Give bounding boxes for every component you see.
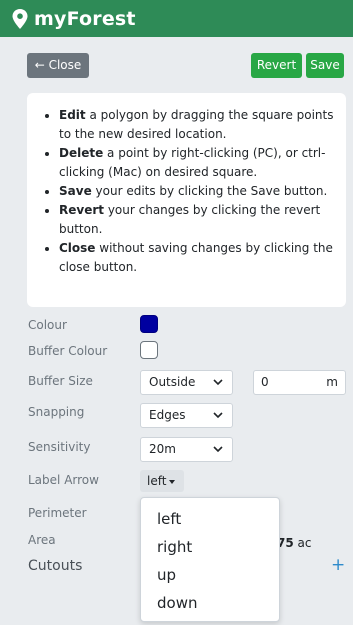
revert-button[interactable]: Revert	[251, 53, 302, 78]
cutouts-label: Cutouts	[28, 558, 83, 574]
help-list: Edit a polygon by dragging the square po…	[41, 106, 334, 277]
save-button[interactable]: Save	[306, 53, 344, 78]
buffer-size-input[interactable]: 0 m	[253, 370, 346, 395]
sensitivity-select[interactable]: 20m	[140, 437, 233, 462]
app-title: myForest	[34, 7, 136, 30]
chevron-down-icon	[213, 412, 223, 419]
buffer-size-unit: m	[326, 375, 338, 389]
menu-item-left[interactable]: left	[141, 508, 279, 530]
help-item-save: Save your edits by clicking the Save but…	[59, 182, 334, 201]
sensitivity-select-value: 20m	[149, 442, 176, 456]
menu-item-up[interactable]: up	[141, 564, 279, 586]
buffer-colour-swatch[interactable]	[140, 341, 158, 359]
label-arrow-label: Label Arrow	[28, 473, 99, 487]
area-value: 75 ac	[277, 536, 312, 550]
buffer-size-label: Buffer Size	[28, 374, 93, 388]
area-label: Area	[28, 533, 56, 547]
chevron-down-icon	[213, 446, 223, 453]
buffer-size-value: 0	[261, 375, 269, 389]
app-header: myForest	[0, 0, 353, 37]
sensitivity-label: Sensitivity	[28, 440, 91, 454]
snapping-select[interactable]: Edges	[140, 403, 233, 428]
close-button[interactable]: ← Close	[27, 53, 89, 78]
location-pin-icon	[12, 8, 28, 29]
menu-item-down[interactable]: down	[141, 592, 279, 614]
colour-swatch[interactable]	[140, 315, 158, 333]
help-card: Edit a polygon by dragging the square po…	[27, 93, 346, 307]
help-item-delete: Delete a point by right-clicking (PC), o…	[59, 144, 334, 182]
label-arrow-dropdown[interactable]: left	[140, 470, 184, 492]
help-item-close: Close without saving changes by clicking…	[59, 239, 334, 277]
menu-item-right[interactable]: right	[141, 536, 279, 558]
buffer-size-select[interactable]: Outside	[140, 370, 233, 395]
buffer-colour-label: Buffer Colour	[28, 344, 108, 358]
colour-label: Colour	[28, 318, 67, 332]
snapping-select-value: Edges	[149, 408, 186, 422]
edit-toolbar: ← Close Revert Save	[0, 53, 353, 79]
help-item-edit: Edit a polygon by dragging the square po…	[59, 106, 334, 144]
help-item-revert: Revert your changes by clicking the reve…	[59, 201, 334, 239]
label-arrow-value: left	[147, 474, 167, 488]
add-cutout-button[interactable]: +	[331, 555, 345, 575]
caret-down-icon	[169, 479, 176, 484]
label-arrow-menu: left right up down	[140, 497, 280, 622]
buffer-size-select-value: Outside	[149, 375, 196, 389]
perimeter-label: Perimeter	[28, 506, 87, 520]
snapping-label: Snapping	[28, 405, 85, 419]
chevron-down-icon	[213, 379, 223, 386]
